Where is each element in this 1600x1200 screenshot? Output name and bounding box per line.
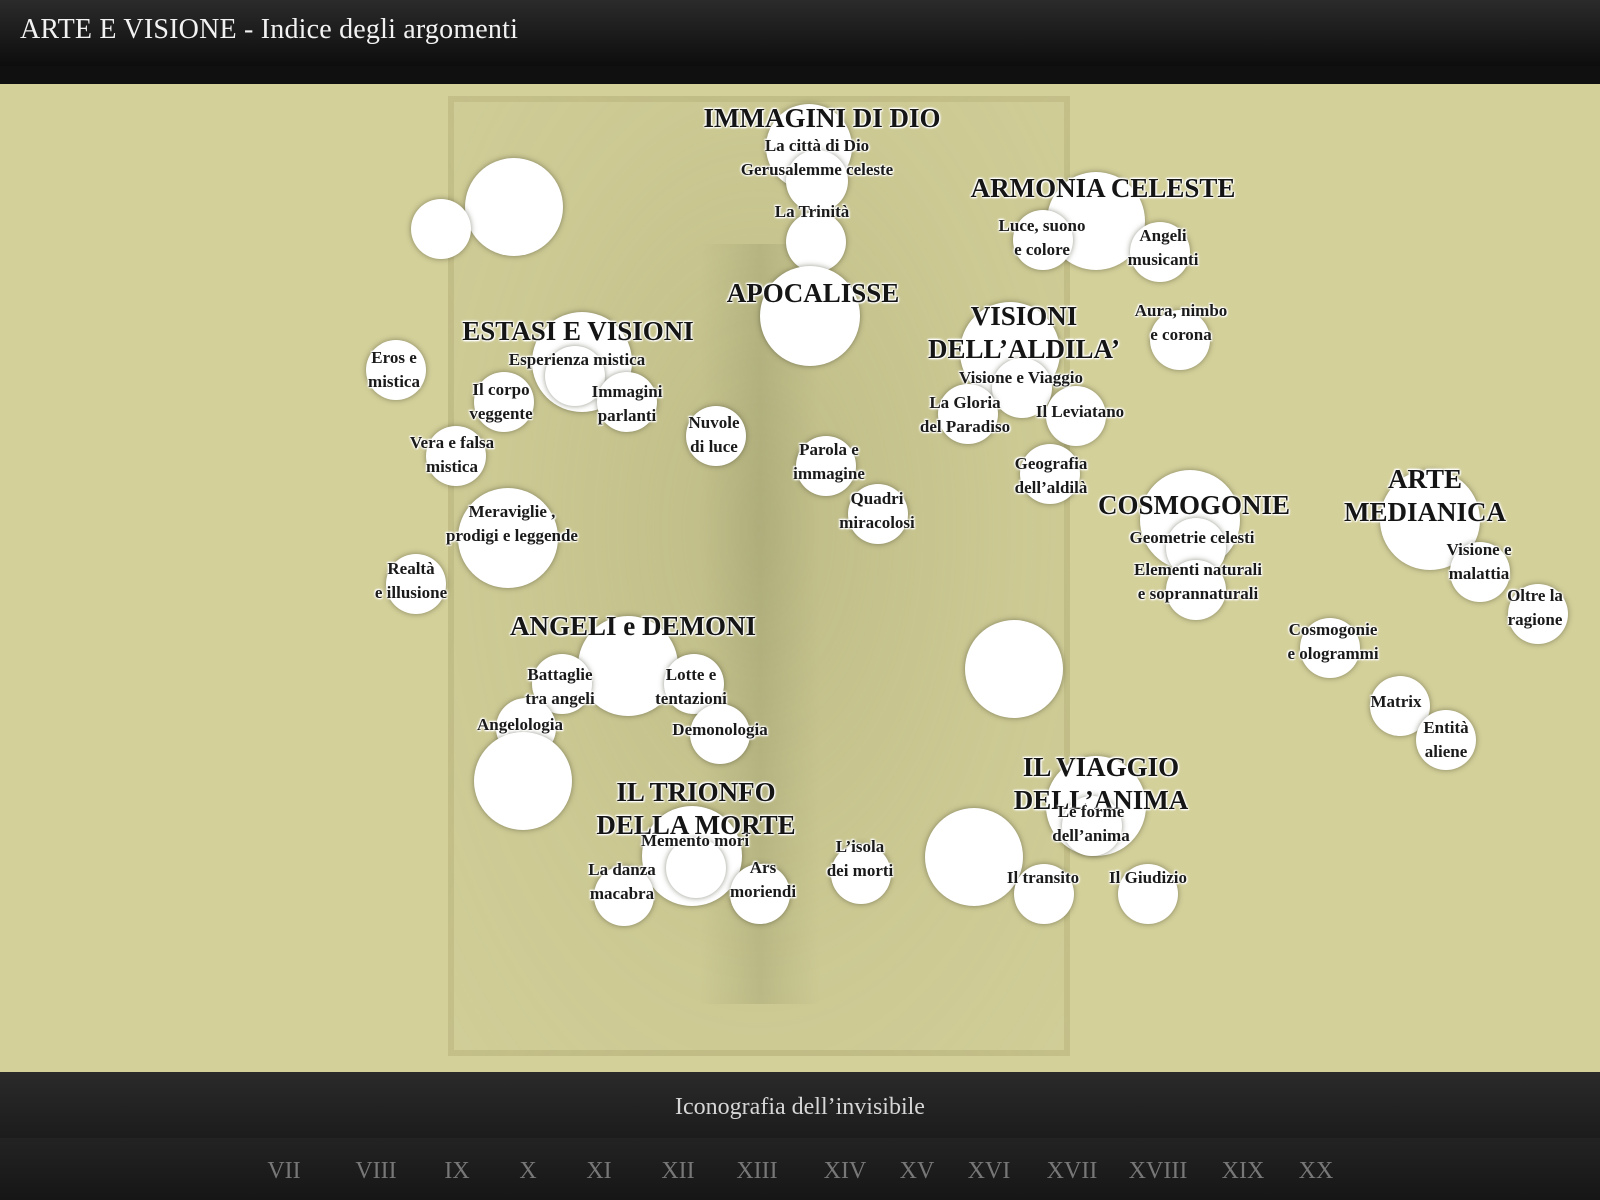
subtopic-trinita[interactable]: La Trinità <box>775 200 849 224</box>
subtopic-il-giudizio[interactable]: Il Giudizio <box>1109 866 1187 890</box>
subtopic-oltre-la-ragione[interactable]: Oltre la ragione <box>1507 584 1563 632</box>
topic-armonia-celeste[interactable]: ARMONIA CELESTE <box>971 172 1236 205</box>
subtopic-quadri-miracolosi[interactable]: Quadri miracolosi <box>839 487 915 535</box>
century-link-xix[interactable]: XIX <box>1222 1158 1265 1185</box>
century-link-x[interactable]: X <box>519 1158 536 1185</box>
app-title: ARTE E VISIONE - Indice degli argomenti <box>20 14 519 45</box>
bubble-decor-mid <box>965 620 1063 718</box>
century-link-xvi[interactable]: XVI <box>968 1158 1011 1185</box>
subtopic-aura-nimbo-corona[interactable]: Aura, nimbo e corona <box>1135 299 1228 347</box>
bubble-decor-low <box>925 808 1023 906</box>
subtopic-memento-mori[interactable]: Memento mori <box>641 829 749 853</box>
century-link-xv[interactable]: XV <box>900 1158 935 1185</box>
century-link-xvii[interactable]: XVII <box>1047 1158 1098 1185</box>
title-bar: ARTE E VISIONE - Indice degli argomenti <box>0 0 1600 66</box>
subtopic-nuvole-di-luce[interactable]: Nuvole di luce <box>689 411 740 459</box>
century-link-viii[interactable]: VIII <box>355 1158 396 1185</box>
century-link-xviii[interactable]: XVIII <box>1129 1158 1188 1185</box>
bubble-angelologia-large[interactable] <box>474 732 572 830</box>
subtopic-meraviglie-prodigi[interactable]: Meraviglie , prodigi e leggende <box>446 500 578 548</box>
topic-cosmogonie[interactable]: COSMOGONIE <box>1098 489 1290 522</box>
topic-immagini-di-dio[interactable]: IMMAGINI DI DIO <box>703 102 940 135</box>
subtopic-geometrie-celesti[interactable]: Geometrie celesti <box>1129 526 1254 550</box>
subtopic-gloria-paradiso[interactable]: La Gloria del Paradiso <box>920 391 1010 439</box>
subtopic-visione-viaggio[interactable]: Visione e Viaggio <box>959 366 1083 390</box>
subtopic-corpo-veggente[interactable]: Il corpo veggente <box>469 378 532 426</box>
subtopic-angeli-musicanti[interactable]: Angeli musicanti <box>1128 224 1199 272</box>
subtopic-battaglie-angeli[interactable]: Battaglie tra angeli <box>525 663 594 711</box>
topic-estasi-e-visioni[interactable]: ESTASI E VISIONI <box>462 315 694 348</box>
topic-visioni-aldila[interactable]: VISIONI DELL’ALDILA’ <box>928 300 1120 366</box>
subtopic-elementi-naturali[interactable]: Elementi naturali e soprannaturali <box>1134 558 1262 606</box>
topic-map: IMMAGINI DI DIO ARMONIA CELESTE APOCALIS… <box>0 84 1600 1072</box>
bubble-decor-large <box>465 158 563 256</box>
subtopic-ars-moriendi[interactable]: Ars moriendi <box>730 856 796 904</box>
subtopic-matrix[interactable]: Matrix <box>1371 690 1422 714</box>
subtopic-il-transito[interactable]: Il transito <box>1007 866 1079 890</box>
footer: Iconografia dell’invisibile VII VIII IX … <box>0 1072 1600 1200</box>
subtopic-vera-falsa-mistica[interactable]: Vera e falsa mistica <box>410 431 494 479</box>
century-link-xiv[interactable]: XIV <box>824 1158 867 1185</box>
subtopic-visione-malattia[interactable]: Visione e malattia <box>1446 538 1511 586</box>
subtopic-citta-di-dio[interactable]: La città di Dio Gerusalemme celeste <box>741 134 893 182</box>
subtopic-entita-aliene[interactable]: Entità aliene <box>1423 716 1468 764</box>
subtopic-danza-macabra[interactable]: La danza macabra <box>588 858 656 906</box>
century-link-xi[interactable]: XI <box>586 1158 611 1185</box>
subtopic-luce-suono-colore[interactable]: Luce, suono e colore <box>999 214 1086 262</box>
subtopic-esperienza-mistica[interactable]: Esperienza mistica <box>509 348 645 372</box>
subtopic-leviatano[interactable]: Il Leviatano <box>1036 400 1124 424</box>
subtopic-forme-anima[interactable]: Le forme dell’anima <box>1052 800 1129 848</box>
subtopic-realta-illusione[interactable]: Realtà e illusione <box>375 557 447 605</box>
subtopic-immagini-parlanti[interactable]: Immagini parlanti <box>592 380 663 428</box>
topic-apocalisse[interactable]: APOCALISSE <box>727 277 900 310</box>
bubble-decor-small <box>411 199 471 259</box>
subtitle-band: Iconografia dell’invisibile <box>0 1072 1600 1138</box>
subtopic-eros-mistica[interactable]: Eros e mistica <box>368 346 420 394</box>
subtopic-angelologia[interactable]: Angelologia <box>477 713 563 737</box>
topic-angeli-e-demoni[interactable]: ANGELI e DEMONI <box>510 610 756 643</box>
century-link-xii[interactable]: XII <box>661 1158 694 1185</box>
century-link-xiii[interactable]: XIII <box>736 1158 777 1185</box>
topic-arte-medianica[interactable]: ARTE MEDIANICA <box>1344 463 1506 529</box>
subtopic-demonologia[interactable]: Demonologia <box>672 718 767 742</box>
title-separator <box>0 66 1600 84</box>
footer-subtitle: Iconografia dell’invisibile <box>675 1094 925 1120</box>
subtopic-isola-dei-morti[interactable]: L’isola dei morti <box>827 835 894 883</box>
subtopic-cosmogonie-ologrammi[interactable]: Cosmogonie e ologrammi <box>1287 618 1378 666</box>
century-navigation: VII VIII IX X XI XII XIII XIV XV XVI XVI… <box>0 1138 1600 1200</box>
subtopic-lotte-tentazioni[interactable]: Lotte e tentazioni <box>655 663 727 711</box>
century-link-ix[interactable]: IX <box>444 1158 469 1185</box>
subtopic-parola-immagine[interactable]: Parola e immagine <box>793 438 865 486</box>
century-link-vii[interactable]: VII <box>267 1158 300 1185</box>
century-link-xx[interactable]: XX <box>1299 1158 1334 1185</box>
subtopic-geografia-aldila[interactable]: Geografia dell’aldilà <box>1015 452 1088 500</box>
